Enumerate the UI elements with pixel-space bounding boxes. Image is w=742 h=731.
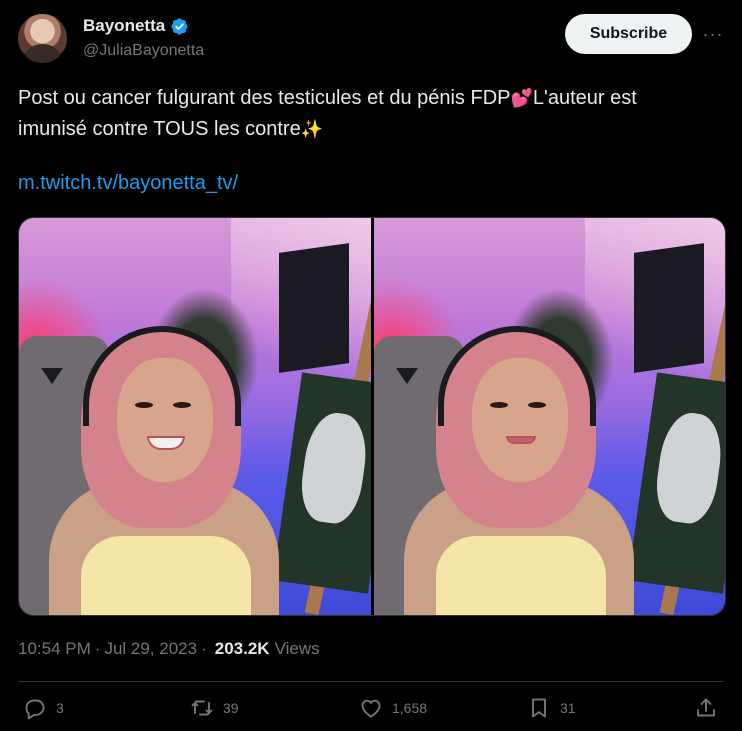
tweet-date[interactable]: Jul 29, 2023 — [104, 639, 197, 659]
avatar[interactable] — [18, 14, 67, 63]
verified-badge-icon — [171, 17, 188, 35]
bookmark-button[interactable]: 31 — [527, 696, 576, 720]
tweet-text-line-1: Post ou cancer fulgurant des testicules … — [18, 83, 718, 114]
media-grid — [18, 217, 726, 616]
repost-icon — [191, 700, 213, 716]
repost-button[interactable]: 39 — [190, 696, 239, 720]
tweet-text-part-1: Post ou cancer fulgurant des testicules … — [18, 87, 511, 109]
reply-count: 3 — [56, 700, 64, 716]
author-name-row[interactable]: Bayonetta — [83, 16, 189, 36]
meta-separator: · — [94, 639, 101, 658]
tweet-text: Post ou cancer fulgurant des testicules … — [18, 83, 718, 145]
author-handle[interactable]: @JuliaBayonetta — [83, 42, 204, 60]
subscribe-button[interactable]: Subscribe — [565, 14, 692, 54]
more-options-icon[interactable]: ··· — [702, 22, 724, 46]
tweet-text-part-2: L'auteur est — [532, 87, 637, 109]
two-hearts-emoji: 💕 — [510, 88, 533, 108]
share-icon — [697, 698, 715, 717]
reply-icon — [25, 699, 45, 720]
display-name[interactable]: Bayonetta — [83, 16, 165, 36]
repost-count: 39 — [223, 700, 239, 716]
twitch-link[interactable]: m.twitch.tv/bayonetta_tv/ — [18, 172, 238, 195]
like-button[interactable]: 1,658 — [359, 696, 427, 720]
photo-2[interactable] — [373, 218, 725, 615]
bookmark-count: 31 — [560, 700, 576, 716]
share-button[interactable] — [694, 696, 718, 720]
like-count: 1,658 — [392, 700, 428, 716]
views-label: Views — [274, 639, 320, 658]
tweet-meta: 10:54 PM · Jul 29, 2023 · 203.2K Views — [18, 639, 320, 659]
sparkles-emoji: ✨ — [300, 119, 324, 139]
tweet-text-part-3: imunisé contre TOUS les contre — [18, 118, 301, 140]
views-count: 203.2K — [214, 639, 270, 658]
meta-separator-2: · — [201, 639, 207, 658]
tweet-time[interactable]: 10:54 PM — [18, 639, 91, 659]
reply-button[interactable]: 3 — [23, 696, 64, 720]
divider — [18, 681, 724, 682]
bookmark-icon — [532, 698, 546, 718]
heart-icon — [361, 699, 381, 718]
tweet-text-line-2: imunisé contre TOUS les contre✨ — [18, 114, 718, 145]
photo-1[interactable] — [19, 218, 371, 615]
action-bar: 3 39 1,658 31 — [18, 696, 724, 728]
tweet-header: Bayonetta @JuliaBayonetta Subscribe ··· — [18, 14, 724, 66]
